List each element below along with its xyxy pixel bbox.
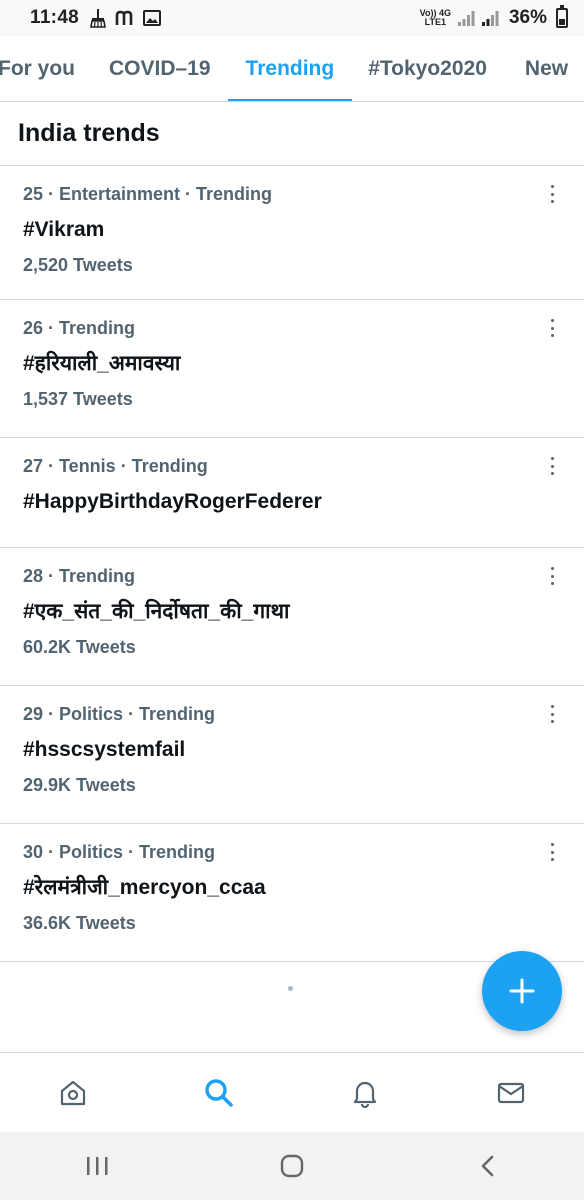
home-circle-icon <box>280 1154 304 1178</box>
status-right: Vo)) 4G LTE1 36% <box>420 5 568 29</box>
recent-apps-button[interactable] <box>67 1141 127 1191</box>
trend-name: #HappyBirthdayRogerFederer <box>23 490 322 513</box>
status-time: 11:48 <box>30 7 80 28</box>
more-options-icon[interactable] <box>542 842 562 862</box>
m-notification-icon <box>115 10 133 25</box>
back-button[interactable] <box>457 1141 517 1191</box>
nav-home-button[interactable] <box>43 1063 103 1123</box>
recent-apps-icon <box>87 1157 108 1175</box>
trend-item[interactable]: 30 · Politics · Trending #रेलमंत्रीजी_me… <box>0 824 584 962</box>
tab-label: Trending <box>245 56 335 80</box>
section-header: India trends <box>0 102 584 166</box>
more-options-icon[interactable] <box>542 566 562 586</box>
more-options-icon[interactable] <box>542 318 562 338</box>
network-bottom-label: LTE1 <box>424 17 446 27</box>
trend-meta: 28 · Trending <box>23 566 136 586</box>
battery-percent: 36% <box>508 7 547 28</box>
trend-item[interactable]: 25 · Entertainment · Trending #Vikram 2,… <box>0 166 584 300</box>
mail-icon <box>497 1082 525 1103</box>
trend-count: 60.2K Tweets <box>23 637 136 657</box>
trend-meta: 27 · Tennis · Trending <box>23 456 208 476</box>
nav-search-button[interactable] <box>189 1063 249 1123</box>
trend-meta: 29 · Politics · Trending <box>23 704 216 724</box>
status-bar: 11:48 Vo)) 4G LTE1 36% <box>0 0 584 36</box>
trend-count: 36.6K Tweets <box>23 913 136 933</box>
tab-for-you[interactable]: For you <box>0 36 75 101</box>
trend-meta: 30 · Politics · Trending <box>23 842 216 862</box>
system-navigation <box>0 1132 584 1200</box>
tab-new[interactable]: New <box>524 36 569 101</box>
plus-icon <box>509 978 535 1004</box>
tab-label: COVID–19 <box>109 56 211 80</box>
trend-list: 25 · Entertainment · Trending #Vikram 2,… <box>0 166 584 962</box>
search-icon <box>205 1078 233 1107</box>
tab-label: #Tokyo2020 <box>368 56 487 80</box>
trend-name: #hsscsystemfail <box>23 738 186 761</box>
compose-tweet-button[interactable] <box>482 951 562 1031</box>
trend-item[interactable]: 29 · Politics · Trending #hsscsystemfail… <box>0 686 584 824</box>
trend-item[interactable]: 27 · Tennis · Trending #HappyBirthdayRog… <box>0 438 584 548</box>
trend-name: #एक_संत_की_निर्दोषता_की_गाथा <box>23 600 290 623</box>
tab-trending[interactable]: Trending <box>227 36 352 101</box>
trend-item[interactable]: 28 · Trending #एक_संत_की_निर्दोषता_की_गा… <box>0 548 584 686</box>
trend-item[interactable]: 26 · Trending #हरियाली_अमावस्या 1,537 Tw… <box>0 300 584 438</box>
trend-meta: 25 · Entertainment · Trending <box>23 184 273 204</box>
trend-name: #रेलमंत्रीजी_mercyon_ccaa <box>23 876 266 899</box>
network-indicator: Vo)) 4G LTE1 <box>420 9 451 27</box>
notification-icons <box>89 8 162 28</box>
battery-fill <box>559 19 565 25</box>
image-icon <box>143 10 162 26</box>
more-options-icon[interactable] <box>542 704 562 724</box>
trend-count: 1,537 Tweets <box>23 389 133 409</box>
back-icon <box>481 1155 493 1177</box>
loading-indicator <box>288 986 293 991</box>
section-title: India trends <box>18 119 160 147</box>
more-options-icon[interactable] <box>542 456 562 476</box>
nav-notifications-button[interactable] <box>335 1063 395 1123</box>
tab-covid-19[interactable]: COVID–19 <box>109 36 211 101</box>
nav-messages-button[interactable] <box>481 1063 541 1123</box>
explore-tabs: For you COVID–19 Trending #Tokyo2020 New <box>0 36 584 102</box>
tab-tokyo2020[interactable]: #Tokyo2020 <box>368 36 487 101</box>
broom-icon <box>90 9 106 28</box>
home-button[interactable] <box>262 1141 322 1191</box>
bottom-navigation <box>0 1052 584 1132</box>
signal-icon <box>457 11 475 26</box>
signal-icon-2 <box>481 11 499 26</box>
bell-icon <box>353 1081 377 1108</box>
trend-meta: 26 · Trending <box>23 318 136 338</box>
tab-label: New <box>524 56 569 80</box>
trend-name: #हरियाली_अमावस्या <box>23 352 181 375</box>
trend-count: 29.9K Tweets <box>23 775 136 795</box>
trend-count: 2,520 Tweets <box>23 255 133 275</box>
battery-icon <box>556 5 568 28</box>
trend-name: #Vikram <box>23 218 105 241</box>
home-icon <box>60 1080 86 1105</box>
tab-label: For you <box>0 56 75 80</box>
more-options-icon[interactable] <box>542 184 562 204</box>
